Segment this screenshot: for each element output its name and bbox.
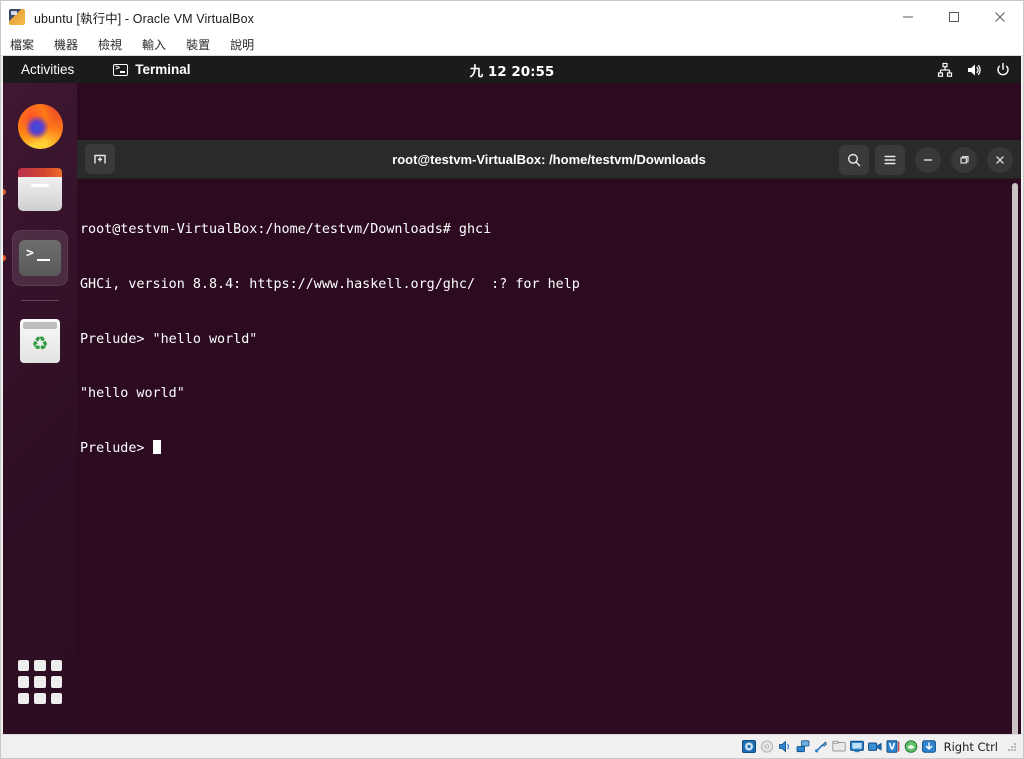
dock-item-terminal[interactable]: >: [3, 230, 68, 286]
terminal-prompt: Prelude>: [80, 440, 153, 456]
virtualbox-statusbar: V Right Ctrl: [1, 734, 1023, 758]
virtualbox-window: ubuntu [執行中] - Oracle VM VirtualBox 檔案 機…: [0, 0, 1024, 759]
dock-item-files[interactable]: [3, 164, 68, 220]
close-icon[interactable]: [977, 1, 1023, 33]
terminal-body[interactable]: root@testvm-VirtualBox:/home/testvm/Down…: [77, 179, 1021, 734]
guest-screen: Activities Terminal 九 12 20:55: [3, 56, 1021, 734]
show-applications-button[interactable]: [18, 660, 62, 704]
virtualization-icon[interactable]: V: [886, 740, 901, 754]
activities-button[interactable]: Activities: [11, 56, 84, 83]
search-icon[interactable]: [839, 144, 869, 175]
volume-icon: [966, 62, 982, 78]
gnome-clock[interactable]: 九 12 20:55: [412, 60, 612, 80]
menu-file[interactable]: 檔案: [10, 36, 44, 53]
terminal-icon: [113, 63, 129, 76]
terminal-window: root@testvm-VirtualBox: /home/testvm/Dow…: [77, 140, 1021, 734]
gnome-top-bar: Activities Terminal 九 12 20:55: [3, 56, 1021, 83]
power-icon: [995, 62, 1011, 78]
usb-icon[interactable]: [814, 740, 829, 754]
menu-view[interactable]: 檢視: [98, 36, 132, 53]
virtualbox-menubar: 檔案 機器 檢視 輸入 裝置 說明: [1, 34, 1023, 56]
maximize-icon[interactable]: [931, 1, 977, 33]
terminal-prompt-line: Prelude>: [80, 439, 1021, 458]
terminal-line: GHCi, version 8.8.4: https://www.haskell…: [80, 277, 580, 293]
close-icon[interactable]: [987, 146, 1013, 173]
terminal-headerbar: root@testvm-VirtualBox: /home/testvm/Dow…: [77, 140, 1021, 179]
display-icon[interactable]: [850, 740, 865, 754]
minimize-icon[interactable]: [885, 1, 931, 33]
dock-separator: [21, 300, 59, 301]
hamburger-menu-icon[interactable]: [875, 144, 905, 175]
menu-devices[interactable]: 裝置: [186, 36, 220, 53]
dock-item-firefox[interactable]: [12, 98, 68, 154]
terminal-scrollbar-thumb[interactable]: [1012, 183, 1018, 734]
shared-folder-icon[interactable]: [832, 740, 847, 754]
terminal-cursor: [152, 439, 161, 454]
optical-disk-icon[interactable]: [760, 740, 775, 754]
terminal-header-controls: [839, 140, 1013, 179]
hard-disk-icon[interactable]: [742, 740, 757, 754]
gnome-system-tray[interactable]: [937, 56, 1011, 83]
recycle-symbol-icon: ♻: [31, 334, 49, 355]
terminal-scrollbar[interactable]: [1008, 179, 1021, 734]
menu-input[interactable]: 輸入: [142, 36, 176, 53]
app-indicator-label: Terminal: [135, 62, 191, 77]
terminal-line: "hello world": [80, 386, 185, 402]
audio-icon[interactable]: [778, 740, 793, 754]
recording-icon[interactable]: [868, 740, 883, 754]
keyboard-icon[interactable]: [922, 740, 937, 754]
running-indicator-dot: [3, 189, 6, 195]
terminal-output: root@testvm-VirtualBox:/home/testvm/Down…: [79, 185, 1021, 494]
virtualbox-window-controls: [885, 1, 1023, 33]
terminal-icon: >: [19, 240, 61, 276]
mouse-integration-icon[interactable]: [904, 740, 919, 754]
svg-text:V: V: [889, 742, 896, 752]
gnome-dock: > ♻: [3, 83, 77, 734]
maximize-icon[interactable]: [951, 146, 977, 173]
files-icon: [18, 168, 62, 211]
network-icon[interactable]: [796, 740, 811, 754]
virtualbox-titlebar: ubuntu [執行中] - Oracle VM VirtualBox: [1, 1, 1023, 34]
menu-help[interactable]: 說明: [230, 36, 264, 53]
network-icon: [937, 62, 953, 78]
dock-item-trash[interactable]: ♻: [12, 313, 68, 369]
terminal-line: Prelude> "hello world": [80, 331, 258, 347]
virtualbox-logo-icon: [9, 9, 25, 25]
firefox-icon: [17, 103, 63, 149]
resize-grip[interactable]: [1007, 742, 1017, 752]
terminal-line: root@testvm-VirtualBox:/home/testvm/Down…: [80, 222, 492, 238]
host-key-label: Right Ctrl: [943, 739, 998, 754]
menu-machine[interactable]: 機器: [54, 36, 88, 53]
running-indicator-dot: [3, 255, 6, 261]
new-tab-icon[interactable]: [85, 144, 115, 174]
app-indicator-terminal[interactable]: Terminal: [113, 62, 191, 77]
minimize-icon[interactable]: [915, 146, 941, 173]
trash-icon: ♻: [20, 319, 60, 363]
virtualbox-window-title: ubuntu [執行中] - Oracle VM VirtualBox: [34, 11, 255, 26]
